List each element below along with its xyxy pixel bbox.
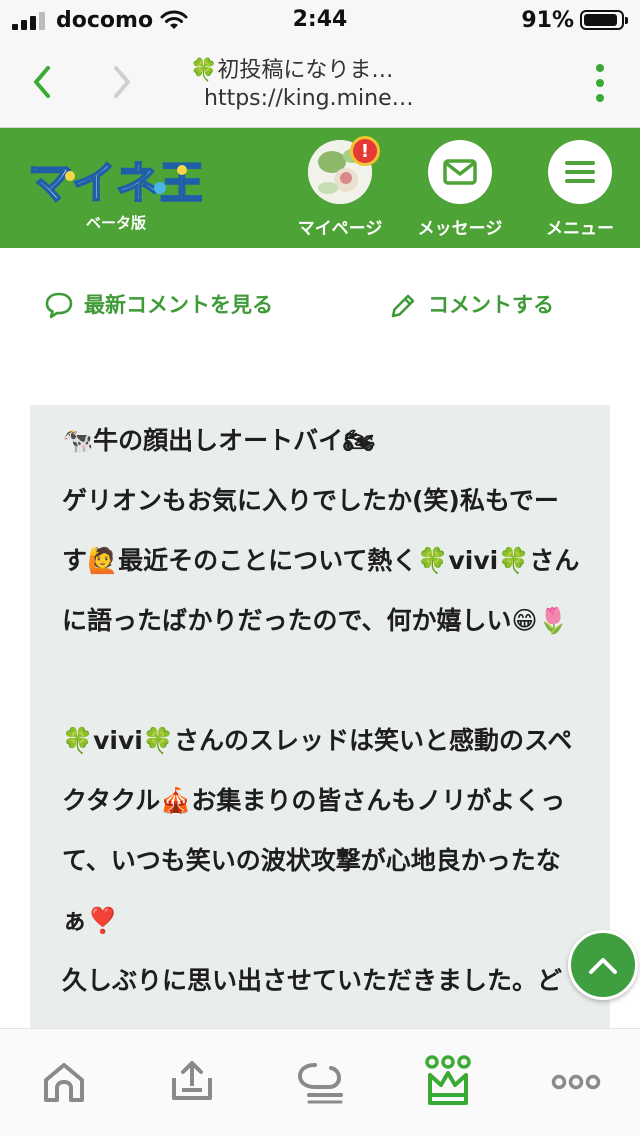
hamburger-icon bbox=[565, 161, 595, 183]
crown-icon bbox=[425, 1055, 471, 1105]
home-icon bbox=[44, 1063, 84, 1102]
chevron-up-icon bbox=[589, 958, 617, 974]
forum-icon bbox=[297, 1063, 343, 1104]
notification-badge: ! bbox=[350, 136, 380, 166]
tab-home[interactable] bbox=[24, 1047, 104, 1117]
mail-icon bbox=[443, 159, 477, 185]
comment-paragraph: 🐄牛の顔出しオートバイ🏍 ゲリオンもお気に入りでしたか(笑)私もでーす🙋最近その… bbox=[62, 426, 580, 635]
scroll-to-top-button[interactable] bbox=[568, 930, 638, 1000]
status-bar: docomo 2:44 91% bbox=[0, 0, 640, 40]
logo-subtitle: ベータ版 bbox=[85, 214, 146, 232]
browser-address-bar: 🍀初投稿になりま… https://king.mine… bbox=[0, 40, 640, 128]
latest-comments-link[interactable]: 最新コメントを見る bbox=[44, 280, 294, 330]
page-url[interactable]: https://king.mine… bbox=[204, 86, 444, 111]
svg-text:マイネ王: マイネ王 bbox=[30, 158, 202, 209]
tab-more[interactable] bbox=[536, 1047, 616, 1117]
comment-body: 🐄牛の顔出しオートバイ🏍 ゲリオンもお気に入りでしたか(笑)私もでーす🙋最近その… bbox=[62, 411, 582, 1045]
latest-comments-label: 最新コメントを見る bbox=[84, 293, 273, 317]
speech-bubble-icon bbox=[45, 292, 73, 319]
post-comment-link[interactable]: コメントする bbox=[388, 280, 608, 330]
pencil-icon bbox=[391, 294, 415, 318]
more-icon bbox=[551, 1074, 601, 1090]
comment-paragraph: 🍀vivi🍀さんのスレッドは笑いと感動のスペクタクル🎪お集まりの皆さんもノリがよ… bbox=[62, 726, 573, 935]
battery-icon bbox=[580, 10, 628, 30]
site-logo[interactable]: マイネ王 bbox=[30, 154, 202, 210]
message-label: メッセージ bbox=[417, 219, 503, 239]
menu-button[interactable]: メニュー bbox=[520, 140, 640, 239]
kebab-icon[interactable] bbox=[594, 64, 606, 104]
comment-card: 🐄牛の顔出しオートバイ🏍 ゲリオンもお気に入りでしたか(笑)私もでーす🙋最近その… bbox=[30, 405, 610, 1045]
page-title[interactable]: 🍀初投稿になりま… bbox=[190, 52, 460, 84]
battery-percent: 91% bbox=[521, 8, 574, 33]
tab-forum[interactable] bbox=[280, 1047, 360, 1117]
chevron-right-icon bbox=[114, 66, 130, 98]
back-button[interactable] bbox=[22, 62, 62, 102]
mypage-button[interactable]: ! マイページ bbox=[280, 136, 400, 239]
tab-upload[interactable] bbox=[152, 1047, 232, 1117]
upload-icon bbox=[172, 1061, 212, 1100]
forward-button[interactable] bbox=[102, 62, 142, 102]
menu-label: メニュー bbox=[546, 219, 614, 239]
chevron-left-icon bbox=[34, 66, 50, 98]
bottom-tab-bar bbox=[0, 1028, 640, 1136]
post-comment-label: コメントする bbox=[428, 293, 554, 317]
site-header: マイネ王 ベータ版 ! マイページ メッセージ メニュー bbox=[0, 128, 640, 248]
message-button[interactable]: メッセージ bbox=[400, 140, 520, 239]
mypage-label: マイページ bbox=[297, 219, 383, 239]
tab-crown[interactable] bbox=[408, 1047, 488, 1117]
battery-fill bbox=[584, 14, 617, 26]
